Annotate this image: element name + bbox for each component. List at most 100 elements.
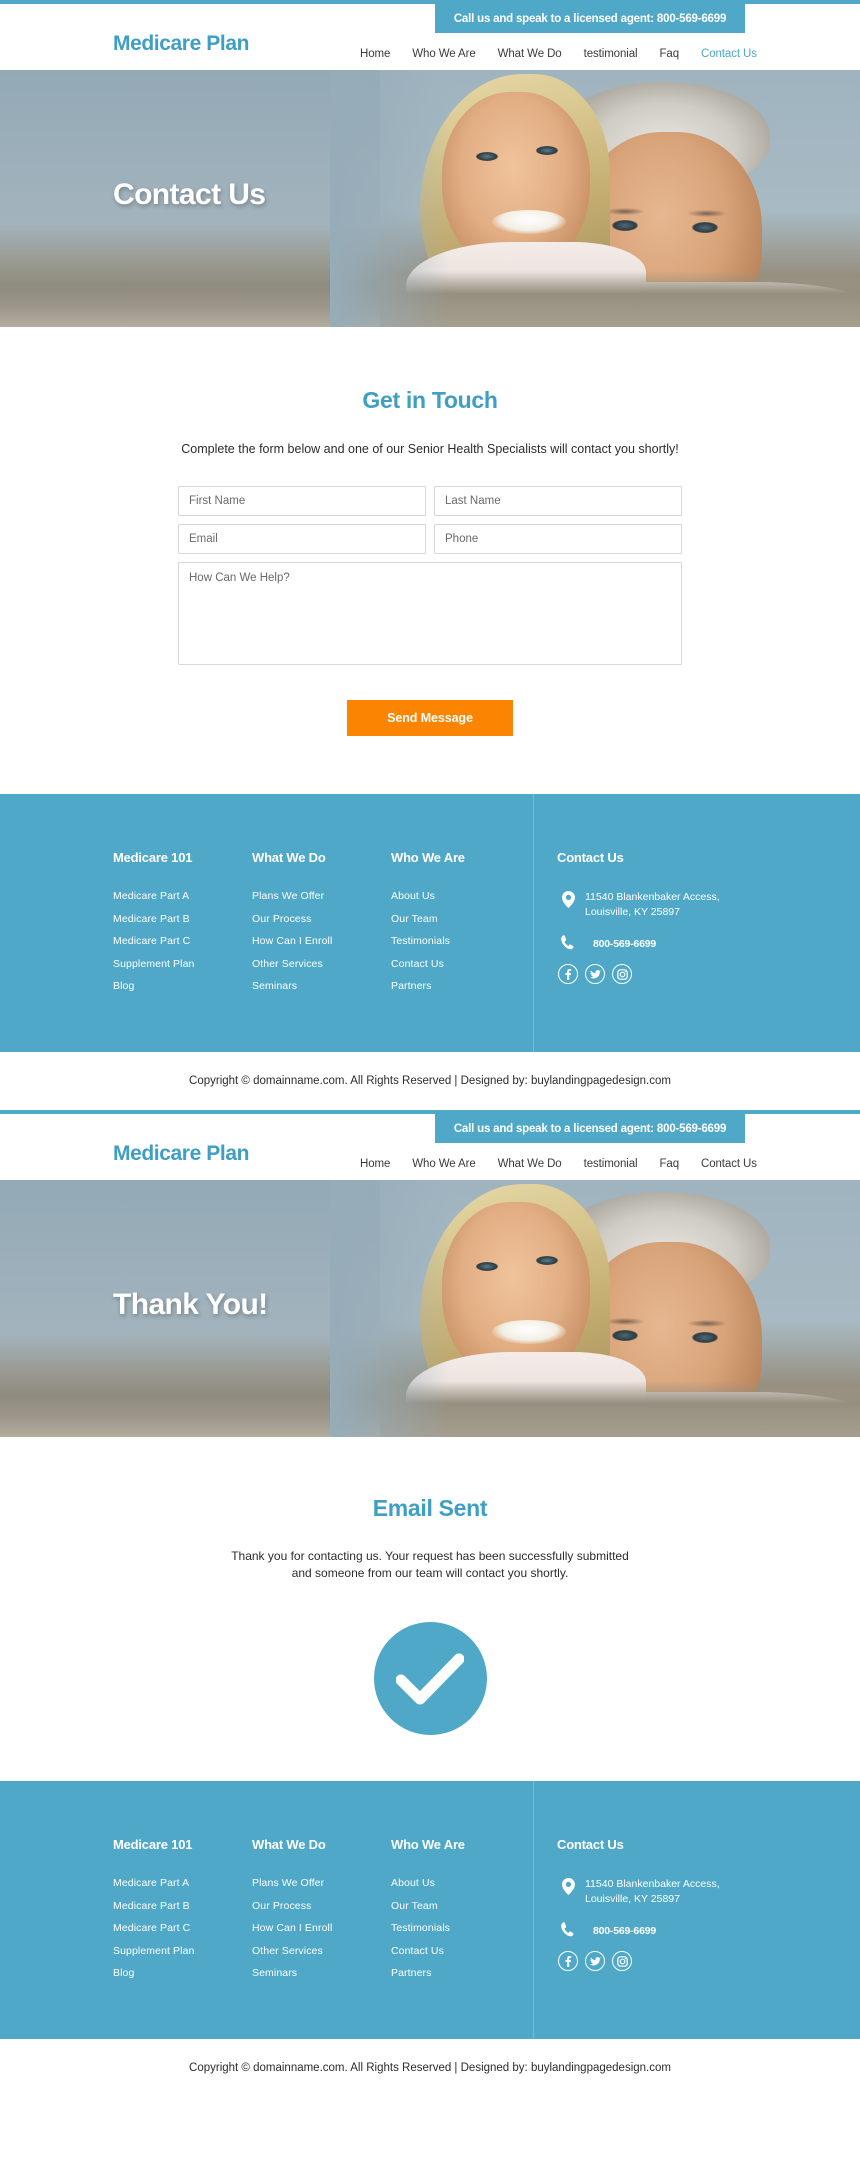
footer-link[interactable]: Plans We Offer bbox=[252, 890, 391, 902]
footer-link[interactable]: Testimonials bbox=[391, 935, 551, 947]
form-row-name bbox=[178, 486, 682, 516]
footer-column-what-we-do: What We Do Plans We Offer Our Process Ho… bbox=[252, 850, 391, 1052]
thankyou-hero-banner: Thank You! bbox=[0, 1180, 860, 1437]
message-textarea[interactable] bbox=[178, 562, 682, 665]
hero-title: Contact Us bbox=[113, 178, 266, 211]
footer-link[interactable]: Seminars bbox=[252, 980, 391, 992]
footer-link[interactable]: Our Process bbox=[252, 913, 391, 925]
thankyou-footer-contact-block: Contact Us 11540 Blankenbaker Access, Lo… bbox=[557, 1837, 807, 1971]
facebook-icon[interactable] bbox=[558, 1951, 578, 1971]
footer-link[interactable]: Supplement Plan bbox=[113, 958, 252, 970]
footer-address-line1: 11540 Blankenbaker Access, bbox=[585, 891, 720, 903]
footer-link[interactable]: Partners bbox=[391, 980, 551, 992]
footer-link[interactable]: Medicare Part A bbox=[113, 890, 252, 902]
footer-link[interactable]: Blog bbox=[113, 1967, 252, 1979]
footer-link[interactable]: Medicare Part A bbox=[113, 1877, 252, 1889]
footer-contact-block: Contact Us 11540 Blankenbaker Access, Lo… bbox=[557, 850, 807, 984]
footer-column-medicare-101: Medicare 101 Medicare Part A Medicare Pa… bbox=[113, 850, 252, 1052]
footer-address-row: 11540 Blankenbaker Access, Louisville, K… bbox=[557, 890, 807, 920]
footer-heading: Medicare 101 bbox=[113, 1837, 193, 1852]
section-title: Get in Touch bbox=[362, 387, 498, 413]
phone-icon bbox=[557, 1921, 579, 1937]
thankyou-nav-item-who-we-are[interactable]: Who We Are bbox=[412, 1158, 475, 1170]
nav-item-who-we-are[interactable]: Who We Are bbox=[412, 48, 475, 60]
footer-address-line2: Louisville, KY 25897 bbox=[585, 906, 680, 918]
email-input[interactable] bbox=[178, 524, 426, 554]
email-sent-message-line2: and someone from our team will contact y… bbox=[291, 1566, 569, 1580]
site-header: Call us and speak to a licensed agent: 8… bbox=[0, 4, 860, 70]
last-name-input[interactable] bbox=[434, 486, 682, 516]
footer-contact-heading: Contact Us bbox=[557, 1837, 624, 1852]
nav-item-faq[interactable]: Faq bbox=[659, 48, 679, 60]
footer-link[interactable]: Blog bbox=[113, 980, 252, 992]
contact-form-section: Get in Touch Complete the form below and… bbox=[0, 327, 860, 794]
footer-social-links bbox=[558, 1951, 807, 1971]
nav-item-contact-us[interactable]: Contact Us bbox=[701, 48, 757, 60]
footer-link[interactable]: Our Process bbox=[252, 1900, 391, 1912]
nav-item-home[interactable]: Home bbox=[360, 48, 390, 60]
nav-item-what-we-do[interactable]: What We Do bbox=[498, 48, 562, 60]
footer-contact-heading: Contact Us bbox=[557, 850, 624, 865]
phone-input[interactable] bbox=[434, 524, 682, 554]
footer-link[interactable]: About Us bbox=[391, 890, 551, 902]
thankyou-hero-title: Thank You! bbox=[113, 1288, 268, 1321]
footer-heading: Who We Are bbox=[391, 1837, 465, 1852]
thankyou-brand-logo[interactable]: Medicare Plan bbox=[113, 1142, 249, 1166]
footer-address-row: 11540 Blankenbaker Access, Louisville, K… bbox=[557, 1877, 807, 1907]
thankyou-nav-item-testimonial[interactable]: testimonial bbox=[584, 1158, 638, 1170]
footer-divider bbox=[533, 794, 534, 1052]
thankyou-site-header: Call us and speak to a licensed agent: 8… bbox=[0, 1114, 860, 1180]
thankyou-footer-column-medicare-101: Medicare 101 Medicare Part A Medicare Pa… bbox=[113, 1837, 252, 2039]
facebook-icon[interactable] bbox=[558, 964, 578, 984]
thankyou-nav-item-faq[interactable]: Faq bbox=[659, 1158, 679, 1170]
thankyou-footer-column-what-we-do: What We Do Plans We Offer Our Process Ho… bbox=[252, 1837, 391, 2039]
section-subtitle: Complete the form below and one of our S… bbox=[181, 442, 679, 456]
footer-link[interactable]: How Can I Enroll bbox=[252, 935, 391, 947]
footer-phone-number[interactable]: 800-569-6699 bbox=[579, 1921, 656, 1937]
location-pin-icon bbox=[557, 1877, 579, 1895]
twitter-icon[interactable] bbox=[585, 964, 605, 984]
twitter-icon[interactable] bbox=[585, 1951, 605, 1971]
thankyou-footer-divider bbox=[533, 1781, 534, 2039]
footer-link[interactable]: Our Team bbox=[391, 1900, 551, 1912]
brand-logo[interactable]: Medicare Plan bbox=[113, 32, 249, 56]
check-circle-icon bbox=[373, 1622, 487, 1735]
footer-phone-number[interactable]: 800-569-6699 bbox=[579, 934, 656, 950]
footer-link[interactable]: How Can I Enroll bbox=[252, 1922, 391, 1934]
footer-link[interactable]: Medicare Part B bbox=[113, 1900, 252, 1912]
footer-link[interactable]: Other Services bbox=[252, 1945, 391, 1957]
hero-photo-fade bbox=[330, 70, 450, 327]
footer-link[interactable]: Partners bbox=[391, 1967, 551, 1979]
copyright-text: Copyright © domainname.com. All Rights R… bbox=[189, 1075, 671, 1087]
thankyou-nav-item-what-we-do[interactable]: What We Do bbox=[498, 1158, 562, 1170]
thankyou-nav-item-home[interactable]: Home bbox=[360, 1158, 390, 1170]
email-sent-section: Email Sent Thank you for contacting us. … bbox=[0, 1437, 860, 1781]
footer-link[interactable]: Supplement Plan bbox=[113, 1945, 252, 1957]
footer-link[interactable]: Other Services bbox=[252, 958, 391, 970]
footer-phone-row[interactable]: 800-569-6699 bbox=[557, 934, 807, 950]
thankyou-footer-column-who-we-are: Who We Are About Us Our Team Testimonial… bbox=[391, 1837, 551, 2039]
send-message-button[interactable]: Send Message bbox=[347, 700, 513, 736]
footer-address-line2: Louisville, KY 25897 bbox=[585, 1893, 680, 1905]
footer-link[interactable]: Medicare Part C bbox=[113, 1922, 252, 1934]
footer-link[interactable]: Medicare Part B bbox=[113, 913, 252, 925]
copyright-text: Copyright © domainname.com. All Rights R… bbox=[189, 2062, 671, 2074]
hero-couple-photo bbox=[380, 70, 860, 327]
thankyou-nav-item-contact-us[interactable]: Contact Us bbox=[701, 1158, 757, 1170]
phone-icon bbox=[557, 934, 579, 950]
instagram-icon[interactable] bbox=[612, 1951, 632, 1971]
first-name-input[interactable] bbox=[178, 486, 426, 516]
footer-heading: Medicare 101 bbox=[113, 850, 193, 865]
footer-link[interactable]: Testimonials bbox=[391, 1922, 551, 1934]
nav-item-testimonial[interactable]: testimonial bbox=[584, 48, 638, 60]
footer-link[interactable]: Our Team bbox=[391, 913, 551, 925]
footer-link[interactable]: Contact Us bbox=[391, 1945, 551, 1957]
submit-row: Send Message bbox=[178, 700, 682, 736]
instagram-icon[interactable] bbox=[612, 964, 632, 984]
footer-phone-row[interactable]: 800-569-6699 bbox=[557, 1921, 807, 1937]
footer-link[interactable]: Contact Us bbox=[391, 958, 551, 970]
footer-link[interactable]: About Us bbox=[391, 1877, 551, 1889]
footer-link[interactable]: Plans We Offer bbox=[252, 1877, 391, 1889]
footer-link[interactable]: Seminars bbox=[252, 1967, 391, 1979]
footer-link[interactable]: Medicare Part C bbox=[113, 935, 252, 947]
